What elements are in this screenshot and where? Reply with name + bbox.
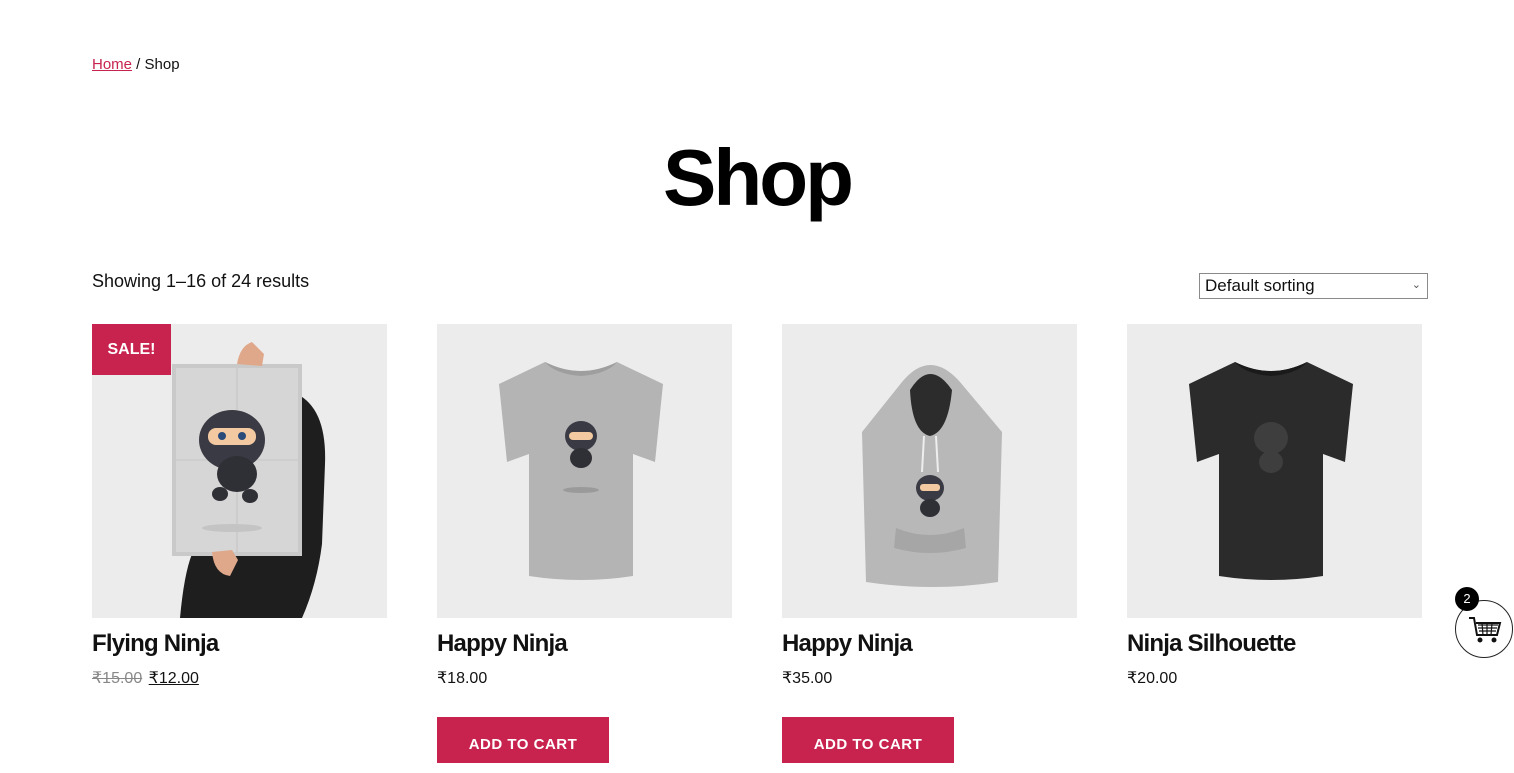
add-to-cart-button[interactable]: ADD TO CART xyxy=(782,717,954,763)
product-price: ₹15.00 ₹12.00 xyxy=(92,668,387,688)
product-image-grey-hoodie-ninja[interactable] xyxy=(782,324,1077,618)
breadcrumb: Home / Shop xyxy=(92,56,180,73)
product-title[interactable]: Ninja Silhouette xyxy=(1127,630,1422,658)
cart-count-badge: 2 xyxy=(1455,587,1479,611)
regular-price: ₹15.00 xyxy=(92,670,143,687)
cart-icon xyxy=(1469,617,1502,643)
product-card: Happy Ninja ₹18.00 ADD TO CART xyxy=(437,324,732,763)
product-card: Ninja Silhouette ₹20.00 xyxy=(1127,324,1422,688)
result-count: Showing 1–16 of 24 results xyxy=(92,271,310,291)
add-to-cart-button[interactable]: ADD TO CART xyxy=(437,717,609,763)
sale-price: ₹12.00 xyxy=(148,670,199,687)
breadcrumb-home-link[interactable]: Home xyxy=(92,56,132,73)
product-image-ninja-poster[interactable]: SALE! xyxy=(92,324,387,618)
product-price: ₹20.00 xyxy=(1127,670,1178,687)
product-title[interactable]: Flying Ninja xyxy=(92,630,387,658)
product-title[interactable]: Happy Ninja xyxy=(782,630,1077,658)
product-image-grey-tshirt-ninja[interactable] xyxy=(437,324,732,618)
sort-selected-value: Default sorting xyxy=(1205,276,1315,295)
product-grid: SALE! Flying Ninja ₹15.00 ₹12.00 Happy N… xyxy=(92,324,1423,763)
product-price: ₹18.00 xyxy=(437,670,488,687)
sort-select[interactable]: Default sorting ⌄ xyxy=(1199,273,1428,299)
page-title: Shop xyxy=(663,133,854,222)
chevron-down-icon: ⌄ xyxy=(1411,279,1421,291)
product-price: ₹35.00 xyxy=(782,670,833,687)
breadcrumb-current: Shop xyxy=(144,56,180,73)
black-tshirt-image xyxy=(1189,362,1353,580)
product-card: Happy Ninja ₹35.00 ADD TO CART xyxy=(782,324,1077,763)
grey-hoodie-image xyxy=(862,365,1002,587)
grey-tshirt-image xyxy=(499,362,663,580)
product-title[interactable]: Happy Ninja xyxy=(437,630,732,658)
product-image-black-tshirt-silhouette[interactable] xyxy=(1127,324,1422,618)
breadcrumb-separator: / xyxy=(132,56,145,73)
product-card: SALE! Flying Ninja ₹15.00 ₹12.00 xyxy=(92,324,387,688)
sale-badge: SALE! xyxy=(92,324,171,375)
